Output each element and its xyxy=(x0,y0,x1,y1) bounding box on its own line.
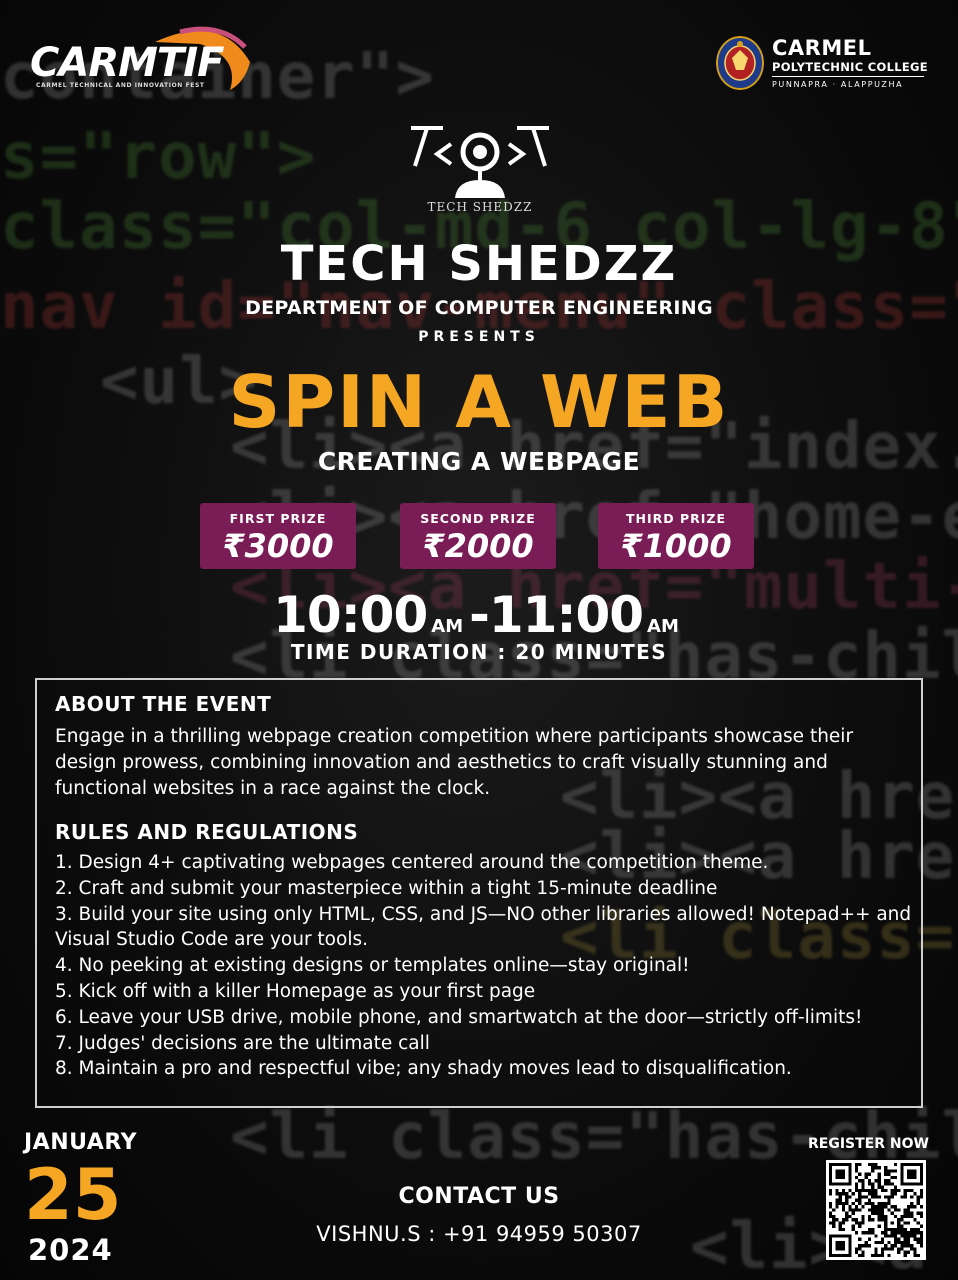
event-title: SPIN A WEB xyxy=(228,360,730,444)
department-name: DEPARTMENT OF COMPUTER ENGINEERING xyxy=(245,297,713,319)
fest-logo: CARMTIF CARMEL TECHNICAL AND INNOVATION … xyxy=(30,22,250,92)
qr-code-icon[interactable] xyxy=(826,1160,926,1260)
college-location: PUNNAPRA · ALAPPUZHA xyxy=(772,80,904,89)
info-box: ABOUT THE EVENT Engage in a thrilling we… xyxy=(35,678,923,1108)
time-duration: TIME DURATION : 20 MINUTES xyxy=(290,640,668,664)
prize-amount: ₹1000 xyxy=(620,527,732,565)
prize-amount: ₹3000 xyxy=(222,527,334,565)
rule-item: 6. Leave your USB drive, mobile phone, a… xyxy=(55,1006,863,1028)
event-poster: container"> s="row"> class="col-md-6 col-l… xyxy=(0,0,958,1280)
prize-third: THIRD PRIZE ₹1000 xyxy=(598,503,754,569)
start-time: 10:00 xyxy=(273,586,428,644)
prize-first: FIRST PRIZE ₹3000 xyxy=(200,503,356,569)
contact-line: VISHNU.S : +91 94959 50307 xyxy=(316,1222,642,1246)
club-title: TECH SHEDZZ xyxy=(280,236,678,292)
rule-item: 7. Judges' decisions are the ultimate ca… xyxy=(55,1032,430,1054)
college-logo: CARMEL POLYTECHNIC COLLEGE PUNNAPRA · AL… xyxy=(716,36,928,92)
rule-item: 1. Design 4+ captivating webpages center… xyxy=(55,852,769,873)
tech-shedzz-logo-icon xyxy=(411,126,549,198)
prize-label: SECOND PRIZE xyxy=(420,511,536,526)
rule-item: 5. Kick off with a killer Homepage as yo… xyxy=(55,980,536,1002)
fest-logo-text: CARMTIF xyxy=(30,40,224,86)
college-seal-icon xyxy=(716,36,764,90)
rule-item: 8. Maintain a pro and respectful vibe; a… xyxy=(55,1058,792,1080)
event-time: 10:00 AM -11:00 AM xyxy=(0,586,958,644)
prize-label: FIRST PRIZE xyxy=(229,511,327,526)
background-code-line: s="row"> xyxy=(0,120,317,194)
fest-logo-subtitle: CARMEL TECHNICAL AND INNOVATION FEST xyxy=(36,82,205,89)
rules-list: 1. Design 4+ captivating webpages center… xyxy=(55,850,915,1082)
end-time: 11:00 xyxy=(488,586,644,644)
club-logo-caption: TECH SHEDZZ xyxy=(427,200,533,214)
college-subtitle: POLYTECHNIC COLLEGE xyxy=(772,60,928,74)
contact-heading: CONTACT US xyxy=(398,1184,560,1209)
register-label: REGISTER NOW xyxy=(808,1136,929,1152)
rule-item: 3. Build your site using only HTML, CSS,… xyxy=(55,903,912,951)
rules-heading: RULES AND REGULATIONS xyxy=(55,820,359,844)
prize-amount: ₹2000 xyxy=(422,527,534,565)
date-month: JANUARY xyxy=(24,1130,138,1155)
event-subtitle: CREATING A WEBPAGE xyxy=(317,447,641,476)
about-text: Engage in a thrilling webpage creation c… xyxy=(55,726,854,799)
about-heading: ABOUT THE EVENT xyxy=(55,692,272,716)
prize-label: THIRD PRIZE xyxy=(625,511,727,526)
college-divider xyxy=(772,76,924,77)
start-ampm: AM xyxy=(431,616,464,637)
presents-label: PRESENTS xyxy=(418,329,540,345)
prize-second: SECOND PRIZE ₹2000 xyxy=(400,503,556,569)
college-name: CARMEL xyxy=(772,36,872,60)
time-separator: - xyxy=(469,586,490,644)
end-ampm: AM xyxy=(647,616,679,637)
rule-item: 2. Craft and submit your masterpiece wit… xyxy=(55,877,718,899)
club-logo: TECH SHEDZZ xyxy=(405,122,555,217)
rule-item: 4. No peeking at existing designs or tem… xyxy=(55,955,690,977)
